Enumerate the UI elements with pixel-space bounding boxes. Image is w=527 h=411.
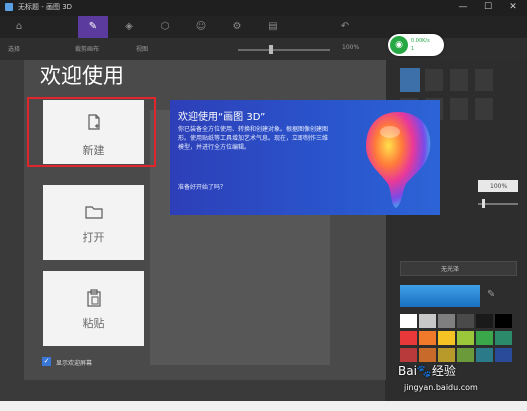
color-swatch[interactable] bbox=[495, 348, 512, 362]
baidu-watermark: Bai🐾经验 bbox=[398, 364, 456, 378]
stickers-icon[interactable]: ☺ bbox=[186, 16, 216, 38]
folder-icon bbox=[43, 205, 144, 223]
select-button[interactable]: 选择 bbox=[8, 44, 20, 53]
oil-brush-tool-icon[interactable] bbox=[450, 69, 468, 91]
color-swatch[interactable] bbox=[457, 348, 474, 362]
watercolor-tool-icon[interactable] bbox=[475, 69, 493, 91]
color-swatch[interactable] bbox=[438, 331, 455, 345]
close-button[interactable]: ✕ bbox=[501, 0, 525, 16]
wifi-icon: ◉ bbox=[390, 36, 408, 54]
bottom-border bbox=[0, 401, 527, 411]
color-swatch[interactable] bbox=[419, 348, 436, 362]
banner-question: 准备好开始了吗？ bbox=[178, 184, 227, 191]
clipboard-icon bbox=[43, 289, 144, 311]
eyedropper-icon[interactable]: ✎ bbox=[487, 289, 495, 300]
color-swatch[interactable] bbox=[400, 348, 417, 362]
brush-tool-icon[interactable]: ✎ bbox=[78, 16, 108, 38]
opacity-value: 100% bbox=[490, 183, 508, 190]
marker-tool-selected[interactable] bbox=[400, 68, 420, 92]
2d-shapes-icon[interactable]: ⬡ bbox=[150, 16, 180, 38]
baidu-watermark-url: jingyan.baidu.com bbox=[404, 383, 478, 392]
crayon-tool-icon[interactable] bbox=[475, 98, 493, 120]
crop-button[interactable]: 裁剪画布 bbox=[75, 44, 99, 53]
finish-dropdown-label: 无光泽 bbox=[441, 266, 460, 273]
color-swatch[interactable] bbox=[400, 331, 417, 345]
paste-label: 粘贴 bbox=[82, 317, 105, 330]
maximize-button[interactable]: ☐ bbox=[476, 0, 500, 16]
app-icon bbox=[5, 3, 13, 11]
color-swatch[interactable] bbox=[400, 314, 417, 328]
color-swatch[interactable] bbox=[457, 314, 474, 328]
color-swatch[interactable] bbox=[438, 348, 455, 362]
highlight-box bbox=[27, 97, 156, 167]
show-welcome-checkbox[interactable]: ✓ bbox=[42, 357, 51, 366]
minimize-button[interactable]: — bbox=[451, 0, 475, 16]
thickness-slider-thumb[interactable] bbox=[482, 199, 485, 208]
open-project-label: 打开 bbox=[82, 231, 105, 244]
paint3d-logo-icon bbox=[366, 112, 431, 208]
show-welcome-label: 显示欢迎屏幕 bbox=[56, 360, 93, 367]
zoom-slider-thumb[interactable] bbox=[269, 45, 273, 54]
title-bar bbox=[0, 0, 527, 16]
upload-speed: 0.00K/s bbox=[411, 38, 430, 44]
color-swatch[interactable] bbox=[476, 314, 493, 328]
color-swatch[interactable] bbox=[476, 348, 493, 362]
pen-tool-icon[interactable] bbox=[425, 69, 443, 91]
color-swatch[interactable] bbox=[419, 331, 436, 345]
banner-body: 你已装备全方位使用、转换和创建对象。根据图像创建图形。使用贴纸等工具增加艺术气息… bbox=[178, 126, 329, 151]
current-color-swatch[interactable] bbox=[400, 285, 480, 307]
undo-icon[interactable]: ↶ bbox=[330, 16, 360, 38]
zoom-value: 100% bbox=[342, 44, 360, 51]
color-swatch[interactable] bbox=[476, 331, 493, 345]
color-swatch[interactable] bbox=[419, 314, 436, 328]
window-title: 无标题 - 画图 3D bbox=[18, 3, 73, 11]
color-swatch[interactable] bbox=[495, 314, 512, 328]
3d-shapes-icon[interactable]: ◈ bbox=[114, 16, 144, 38]
open-project-button[interactable]: 打开 bbox=[43, 185, 144, 260]
color-swatch[interactable] bbox=[457, 331, 474, 345]
canvas-icon[interactable]: ▤ bbox=[258, 16, 288, 38]
download-speed: 1 bbox=[411, 46, 415, 52]
effects-icon[interactable]: ⚙ bbox=[222, 16, 252, 38]
zoom-slider[interactable] bbox=[238, 49, 330, 51]
eraser-tool-icon[interactable] bbox=[450, 98, 468, 120]
paste-button[interactable]: 粘贴 bbox=[43, 271, 144, 346]
welcome-title: 欢迎使用 bbox=[40, 64, 124, 88]
menu-icon[interactable]: ⌂ bbox=[4, 16, 34, 38]
banner-title: 欢迎使用“画图 3D” bbox=[178, 112, 266, 123]
color-swatch[interactable] bbox=[438, 314, 455, 328]
color-swatch[interactable] bbox=[495, 331, 512, 345]
view-button[interactable]: 视图 bbox=[136, 44, 148, 53]
